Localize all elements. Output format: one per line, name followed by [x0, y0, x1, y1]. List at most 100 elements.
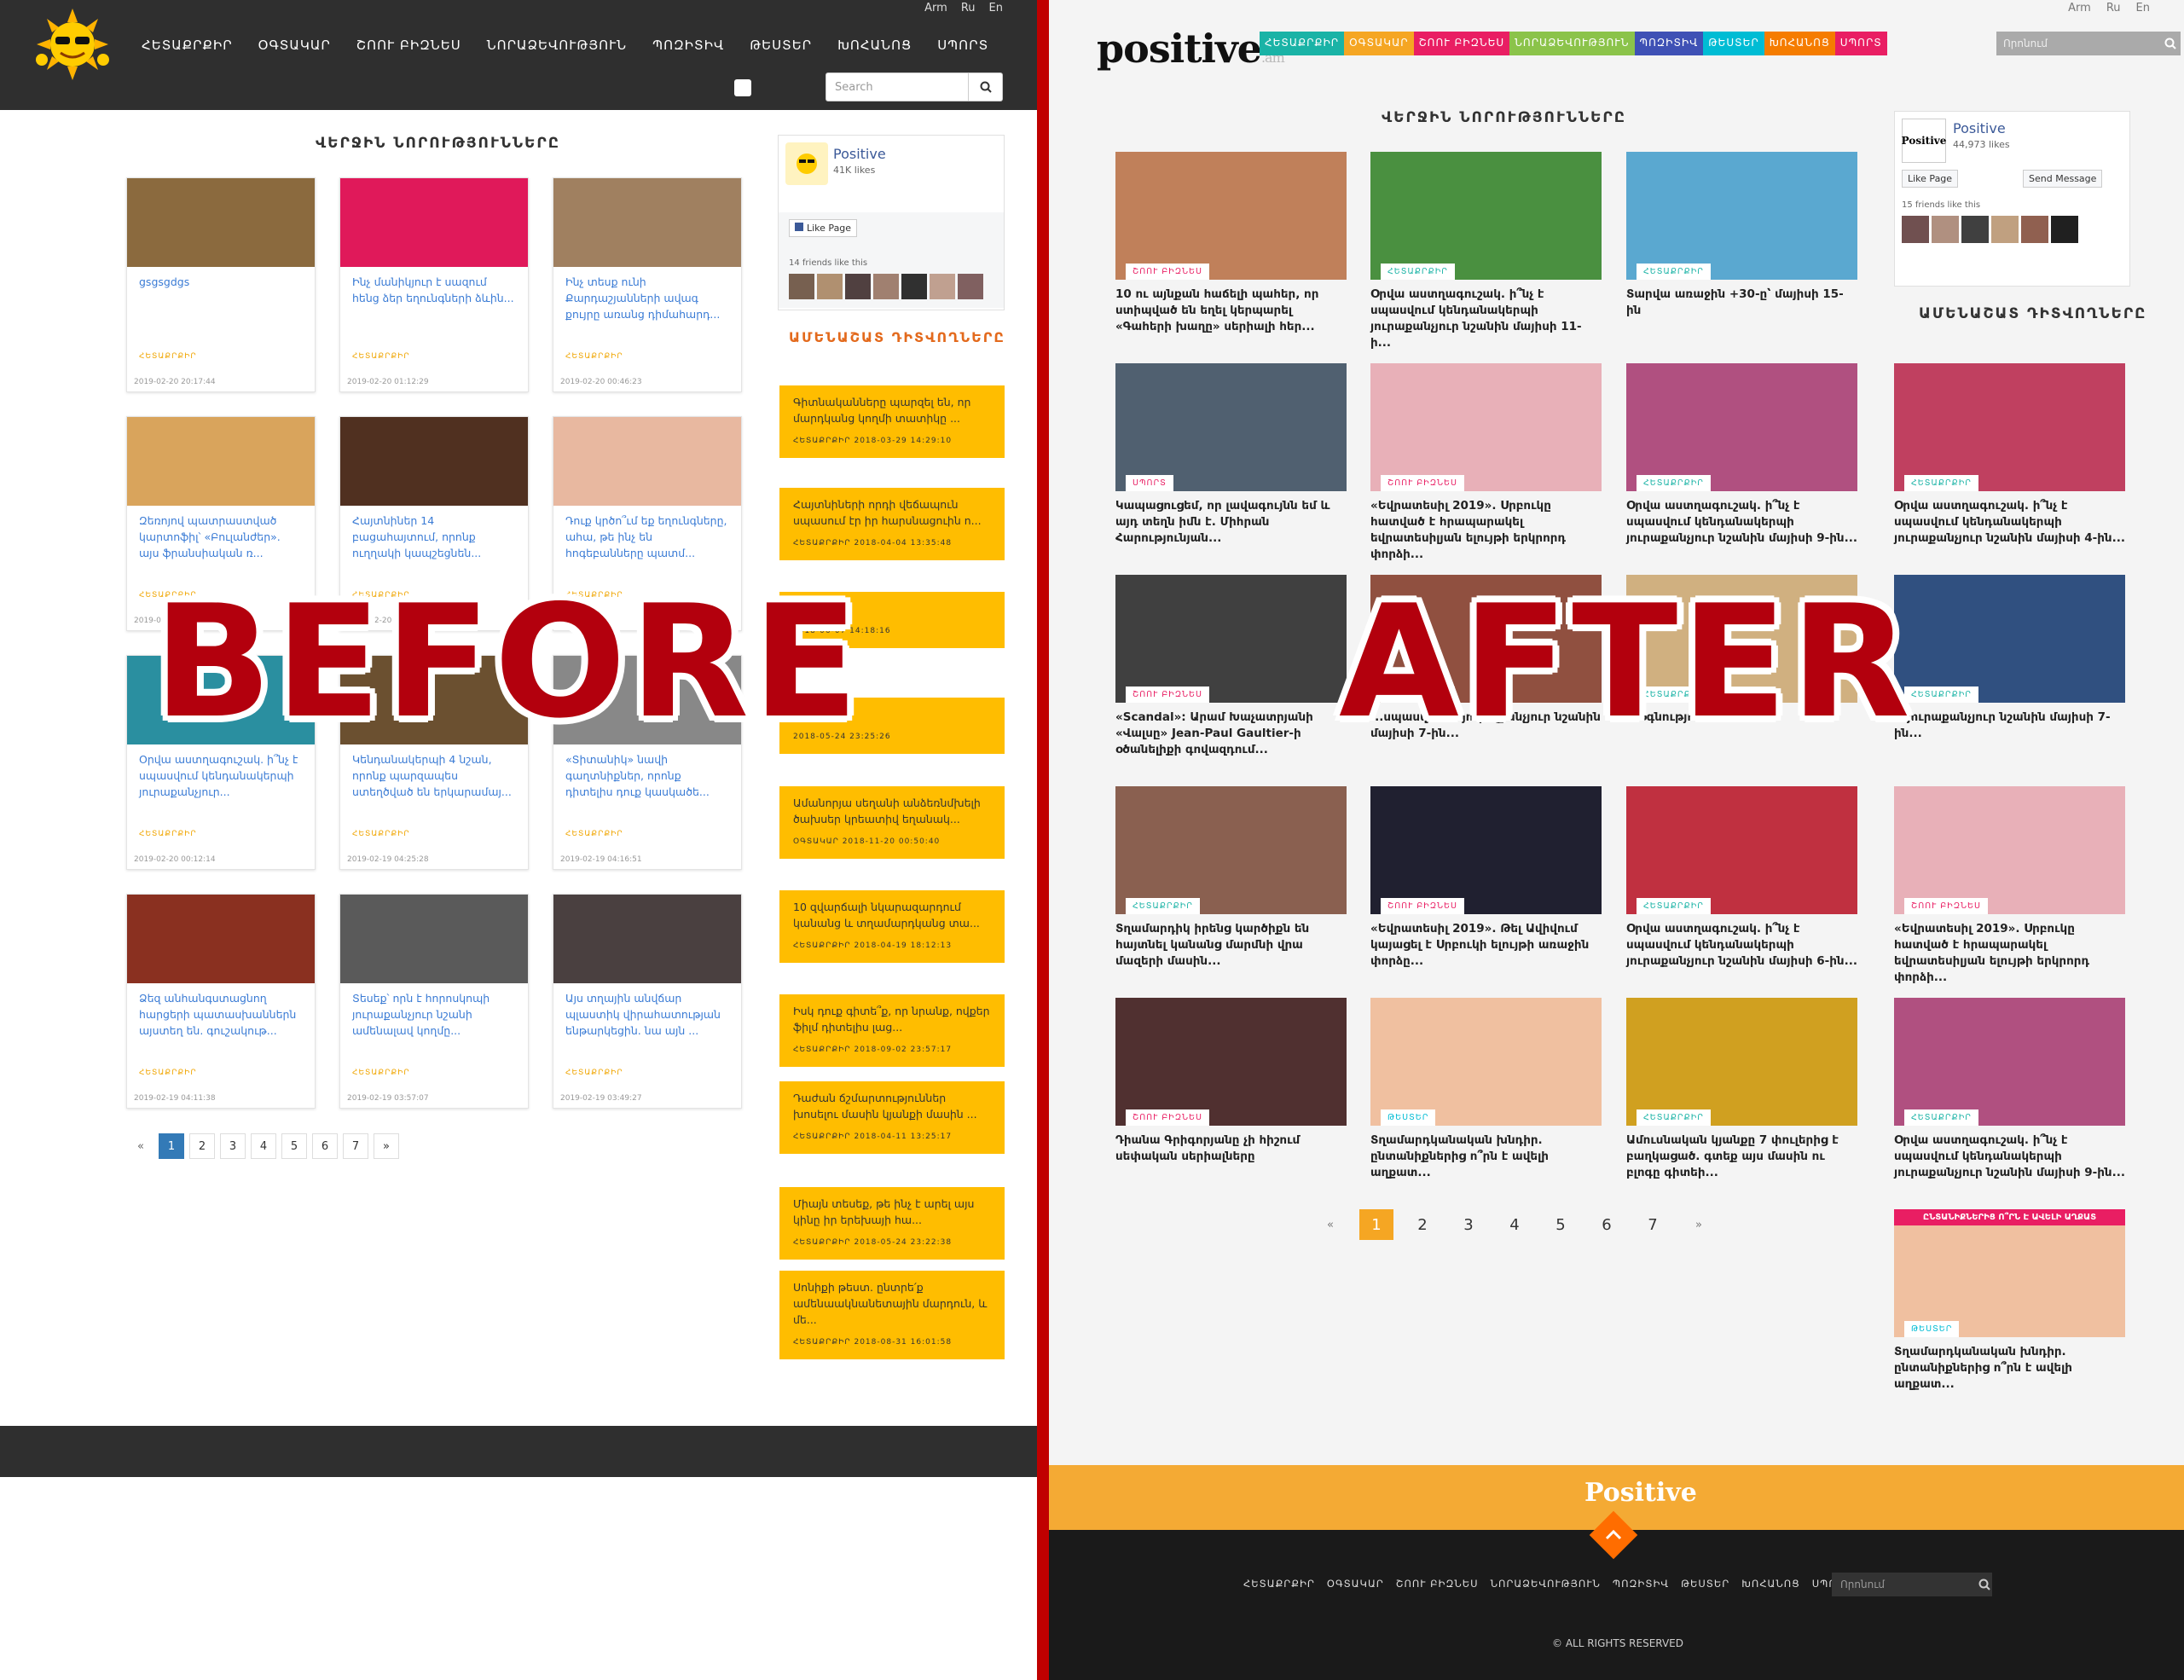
fb-like-button[interactable]: Like Page	[789, 219, 858, 237]
most-viewed-item-title[interactable]: 10 զվարճալի նկարազարդում կանանց և տղամար…	[793, 899, 991, 931]
article-thumbnail[interactable]	[553, 178, 741, 267]
article-card[interactable]: ՇՈՈՒ ԲԻԶՆԵՍ «Եվրատեսիլ 2019». Սրբուկը հատ…	[1370, 363, 1602, 563]
article-thumbnail[interactable]	[340, 417, 528, 506]
page-4[interactable]: 4	[251, 1133, 276, 1159]
nav-item[interactable]: ՍՊՈՐՏ	[1834, 32, 1887, 55]
article-card[interactable]: ՀԵՏԱՔՐՔԻՐ Տղամարդիկ իրենց կարծիքն են հայտ…	[1115, 786, 1347, 970]
nav-item[interactable]: ԹԵՍՏԵՐ	[1703, 32, 1764, 55]
article-card[interactable]: ՇՈՈՒ ԲԻԶՆԵՍ «Եվրատեսիլ 2019». Թել Ավիվում…	[1370, 786, 1602, 970]
most-viewed-item-title[interactable]: Հայտնիների որդի վեճապուն սպասում էր իր հ…	[793, 496, 991, 529]
page-2[interactable]: 2	[189, 1133, 215, 1159]
article-title[interactable]: «Տիտանիկ» նավի գաղտնիքներ, որոնք դիտելիս…	[553, 744, 741, 818]
article-category-tag[interactable]: ՀԵՏԱՔՐՔԻՐ	[1637, 1109, 1711, 1126]
lang-en[interactable]: En	[2136, 2, 2150, 14]
most-viewed-item-title[interactable]: Իսկ դուք գիտե՞ք, որ նրանք, ովքեր ֆիլմ դի…	[793, 1003, 991, 1035]
article-title[interactable]: «Scandal»: Արամ Խաչատրյանի «Վալսը» Jean-…	[1115, 703, 1347, 758]
article-card[interactable]: ՀԵՏԱՔՐՔԻՐ Օրվա աստղագուշակ. ի՞նչ է սպասվո…	[1894, 363, 2125, 547]
lang-arm[interactable]: Arm	[924, 2, 947, 14]
sun-logo[interactable]	[29, 9, 116, 80]
article-category-tag[interactable]: ԹԵՍՏԵՐ	[1381, 1109, 1436, 1126]
nav-item[interactable]: ԽՈՀԱՆՈՑ	[1764, 32, 1835, 55]
article-title[interactable]: Տեսեք՝ որն է հորոսկոպի յուրաքանչյուր նշա…	[340, 983, 528, 1057]
most-viewed-item[interactable]: Գիտնականները պարզել են, որ մարդկանց կողմ…	[779, 385, 1005, 458]
article-category[interactable]: ՀԵՏԱՔՐՔԻՐ	[352, 1069, 410, 1077]
nav-item[interactable]: ԹԵՍՏԵՐ	[750, 38, 812, 53]
nav-item[interactable]: ՀԵՏԱՔՐՔԻՐ	[1260, 32, 1345, 55]
most-viewed-item[interactable]: Ամանորյա սեղանի անձեռնմխելի ծախսեր կրեատ…	[779, 786, 1005, 859]
article-thumbnail[interactable]: ՀԵՏԱՔՐՔԻՐ	[1626, 363, 1857, 491]
page-3[interactable]: 3	[1451, 1209, 1486, 1240]
footer-nav-item[interactable]: ՆՈՐԱՁԵՎՈՒԹՅՈՒՆ	[1491, 1578, 1601, 1590]
article-category-tag[interactable]: ՇՈՈՒ ԲԻԶՆԵՍ	[1126, 1109, 1209, 1126]
nav-item[interactable]: ՍՊՈՐՏ	[937, 38, 988, 53]
article-title[interactable]: Տղամարդկանական խնդիր. ընտանիքներից ո՞րն …	[1370, 1126, 1602, 1181]
article-thumbnail[interactable]: ՇՈՈՒ ԲԻԶՆԵՍ	[1115, 998, 1347, 1126]
nav-item[interactable]: ՀԵՏԱՔՐՔԻՐ	[142, 38, 233, 53]
article-thumbnail[interactable]	[553, 417, 741, 506]
page-1[interactable]: 1	[1359, 1209, 1393, 1240]
article-category[interactable]: ՀԵՏԱՔՐՔԻՐ	[139, 830, 197, 838]
article-card[interactable]: ՇՈՈՒ ԲԻԶՆԵՍ Դիանա Գրիգորյանը չի հիշում սե…	[1115, 998, 1347, 1165]
article-thumbnail[interactable]	[340, 178, 528, 267]
article-category-tag[interactable]: ՀԵՏԱՔՐՔԻՐ	[1637, 475, 1711, 491]
article-thumbnail[interactable]: ՇՈՈՒ ԲԻԶՆԵՍ	[1370, 363, 1602, 491]
article-thumbnail[interactable]: ՀԵՏԱՔՐՔԻՐ	[1626, 998, 1857, 1126]
article-category[interactable]: ՀԵՏԱՔՐՔԻՐ	[565, 1069, 623, 1077]
article-title[interactable]: Օրվա աստղագուշակ. ի՞նչ է սպասվում կենդան…	[1370, 280, 1602, 351]
article-title[interactable]: Ամուսնական կյանքը 7 փուլերից է բաղկացած.…	[1626, 1126, 1857, 1181]
lang-arm[interactable]: Arm	[2068, 2, 2091, 14]
article-thumbnail[interactable]: ՀԵՏԱՔՐՔԻՐ	[1894, 575, 2125, 703]
article-title[interactable]: Օրվա աստղագուշակ. ի՞նչ է սպասվում կենդան…	[1626, 914, 1857, 970]
footer-search-input[interactable]: Որոնում	[1832, 1573, 1992, 1596]
nav-item[interactable]: ՆՈՐԱՁԵՎՈՒԹՅՈՒՆ	[487, 38, 627, 53]
article-thumbnail[interactable]: ԹԵՍՏԵՐ	[1370, 998, 1602, 1126]
article-card[interactable]: ՇՈՈՒ ԲԻԶՆԵՍ «Scandal»: Արամ Խաչատրյանի «Վ…	[1115, 575, 1347, 758]
lang-ru[interactable]: Ru	[2106, 2, 2121, 14]
article-title[interactable]: ...յուրաքանչյուր նշանին մայիսի 7-ին...	[1894, 703, 2125, 742]
article-title[interactable]: gsgsgdgs	[127, 267, 315, 340]
article-category[interactable]: ՀԵՏԱՔՐՔԻՐ	[139, 1069, 197, 1077]
article-thumbnail[interactable]	[553, 895, 741, 983]
article-title[interactable]: Ինչ մանիկյուր է սազում հենց ձեր եղունգնե…	[340, 267, 528, 340]
article-category-tag[interactable]: ԹԵՍՏԵՐ	[1904, 1321, 1960, 1337]
article-title[interactable]: Օրվա աստղագուշակ. ի՞նչ է սպասվում կենդան…	[1894, 491, 2125, 547]
article-thumbnail[interactable]: ՀԵՏԱՔՐՔԻՐ	[1894, 363, 2125, 491]
most-viewed-item-title[interactable]: Միայն տեսեք, թե ինչ է արել այս կինը իր ե…	[793, 1196, 991, 1228]
article-card[interactable]: ՀԵՏԱՔՐՔԻՐ Տարվա առաջին +30-ը՝ մայիսի 15-ի…	[1626, 152, 1857, 319]
article-card[interactable]: ԹԵՍՏԵՐ Տղամարդկանական խնդիր. ընտանիքներից…	[1370, 998, 1602, 1181]
article-thumbnail[interactable]: ՀԵՏԱՔՐՔԻՐ	[1894, 998, 2125, 1126]
page-2[interactable]: 2	[1405, 1209, 1440, 1240]
article-card[interactable]: ՇՈՈՒ ԲԻԶՆԵՍ 10 ու այնքան հաճելի պահեր, որ…	[1115, 152, 1347, 335]
article-title[interactable]: Ինչ տեսք ունի Քարդաշյանների ավագ քույրը …	[553, 267, 741, 340]
article-title[interactable]: Այս տղային անվճար պլաստիկ վիրահատության …	[553, 983, 741, 1057]
article-thumbnail[interactable]: ՇՈՈՒ ԲԻԶՆԵՍ	[1115, 575, 1347, 703]
footer-nav-item[interactable]: ՕԳՏԱԿԱՐ	[1327, 1578, 1384, 1590]
page-next[interactable]: »	[374, 1133, 399, 1159]
article-category[interactable]: ՀԵՏԱՔՐՔԻՐ	[352, 830, 410, 838]
article-title[interactable]: Դիանա Գրիգորյանը չի հիշում սեփական սերիա…	[1115, 1126, 1347, 1165]
page-7[interactable]: 7	[1636, 1209, 1670, 1240]
article-title[interactable]: Ձեզ անհանգստացնող հարցերի պատասխաններն ա…	[127, 983, 315, 1057]
article-thumbnail[interactable]: ՀԵՏԱՔՐՔԻՐ	[1370, 152, 1602, 280]
article-category[interactable]: ՀԵՏԱՔՐՔԻՐ	[565, 352, 623, 361]
article-card[interactable]: ՀԵՏԱՔՐՔԻՐ Ամուսնական կյանքը 7 փուլերից է …	[1626, 998, 1857, 1181]
article-card[interactable]: Ինչ տեսք ունի Քարդաշյանների ավագ քույրը …	[553, 177, 742, 392]
article-card[interactable]: ՀԵՏԱՔՐՔԻՐ Օրվա աստղագուշակ. ի՞նչ է սպասվո…	[1370, 152, 1602, 351]
article-thumbnail[interactable]	[127, 178, 315, 267]
article-card[interactable]: Տեսեք՝ որն է հորոսկոպի յուրաքանչյուր նշա…	[339, 894, 529, 1109]
footer-nav-item[interactable]: ՇՈՈՒ ԲԻԶՆԵՍ	[1396, 1578, 1479, 1590]
page-prev[interactable]: «	[1313, 1209, 1347, 1240]
positive-logo[interactable]: positive.am	[1097, 26, 1285, 72]
footer-nav-item[interactable]: ԹԵՍՏԵՐ	[1681, 1578, 1729, 1590]
article-card[interactable]: ՍՊՈՐՏ Կապացուցեմ, որ լավագույնն եմ և այդ …	[1115, 363, 1347, 547]
article-thumbnail[interactable]: ՀԵՏԱՔՐՔԻՐ	[1115, 786, 1347, 914]
nav-item[interactable]: ՇՈՈՒ ԲԻԶՆԵՍ	[1413, 32, 1510, 55]
lang-ru[interactable]: Ru	[961, 2, 976, 14]
article-thumbnail[interactable]: ՇՈՈՒ ԲԻԶՆԵՍ	[1370, 786, 1602, 914]
search-input[interactable]: Որոնում	[1996, 32, 2181, 55]
article-category-tag[interactable]: ՇՈՈՒ ԲԻԶՆԵՍ	[1381, 898, 1464, 914]
page-7[interactable]: 7	[343, 1133, 368, 1159]
most-viewed-item[interactable]: Սոնիքի թեստ. ընտրե՛ք ամենաակնանետային մա…	[779, 1271, 1005, 1359]
footer-nav-item[interactable]: ԽՈՀԱՆՈՑ	[1741, 1578, 1799, 1590]
article-category-tag[interactable]: ՀԵՏԱՔՐՔԻՐ	[1381, 264, 1455, 280]
